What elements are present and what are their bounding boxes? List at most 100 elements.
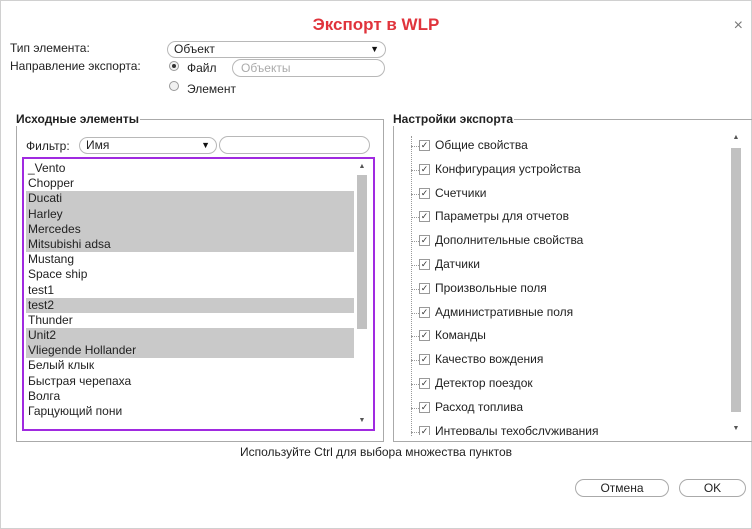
- list-item[interactable]: Chopper: [26, 176, 354, 191]
- export-settings-tree: ✓ Общие свойства ✓ Конфигурация устройства ✓…: [403, 133, 728, 435]
- checkbox-icon[interactable]: ✓: [419, 354, 430, 366]
- list-item[interactable]: Ducati: [26, 191, 354, 207]
- multi-select-hint: Используйте Ctrl для выбора множества пу…: [239, 445, 513, 459]
- settings-item-label: Произвольные поля: [435, 280, 547, 295]
- settings-tree-item[interactable]: ✓ Качество вождения: [403, 349, 723, 369]
- settings-tree-item[interactable]: ✓ Административные поля: [403, 302, 723, 322]
- scroll-up-icon[interactable]: ▲: [730, 132, 742, 144]
- element-type-label: Тип элемента:: [10, 41, 90, 55]
- list-item[interactable]: Волга: [26, 389, 354, 404]
- tree-connector: [411, 169, 419, 171]
- tree-connector: [411, 360, 419, 362]
- list-item[interactable]: Быстрая черепаха: [26, 374, 354, 389]
- checkbox-icon[interactable]: ✓: [419, 187, 430, 199]
- list-item[interactable]: Harley: [26, 206, 354, 222]
- checkbox-icon[interactable]: ✓: [419, 235, 430, 247]
- settings-item-label: Конфигурация устройства: [435, 161, 581, 176]
- list-item[interactable]: Thunder: [26, 313, 354, 328]
- tree-connector: [411, 193, 419, 195]
- file-name-input[interactable]: Объекты: [232, 59, 385, 77]
- source-elements-rows: _Vento Chopper Ducati Harley Mercedes Mitsubi…: [26, 161, 354, 419]
- settings-item-label: Счетчики: [435, 185, 487, 200]
- filter-field-select[interactable]: Имя ▼: [79, 137, 217, 154]
- list-item[interactable]: Space ship: [26, 267, 354, 282]
- checkbox-icon[interactable]: ✓: [419, 330, 430, 342]
- list-item[interactable]: Unit2: [26, 328, 354, 344]
- settings-tree-item[interactable]: ✓ Параметры для отчетов: [403, 206, 723, 226]
- list-item[interactable]: Vliegende Hollander: [26, 343, 354, 359]
- tree-connector: [411, 217, 419, 219]
- settings-tree-item[interactable]: ✓ Расход топлива: [403, 397, 723, 417]
- settings-item-label: Параметры для отчетов: [435, 209, 569, 224]
- checkbox-icon[interactable]: ✓: [419, 282, 430, 294]
- list-item[interactable]: test1: [26, 283, 354, 298]
- ok-button[interactable]: OK: [679, 479, 746, 497]
- checkbox-icon[interactable]: ✓: [419, 401, 430, 413]
- settings-item-label: Дополнительные свойства: [435, 233, 584, 248]
- filter-text-input[interactable]: [219, 136, 370, 154]
- settings-tree-item[interactable]: ✓ Произвольные поля: [403, 278, 723, 298]
- direction-file-radio[interactable]: [169, 61, 179, 71]
- tree-connector: [411, 288, 419, 290]
- settings-tree-item[interactable]: ✓ Команды: [403, 325, 723, 345]
- tree-connector: [411, 336, 419, 338]
- settings-item-label: Интервалы техобслуживания: [435, 423, 599, 435]
- checkbox-icon[interactable]: ✓: [419, 163, 430, 175]
- settings-tree-item[interactable]: ✓ Детектор поездок: [403, 373, 723, 393]
- settings-tree-item[interactable]: ✓ Интервалы техобслуживания: [403, 421, 723, 435]
- source-elements-legend: Исходные элементы: [16, 112, 140, 126]
- checkbox-icon[interactable]: ✓: [419, 425, 430, 435]
- filter-field-value: Имя: [86, 138, 110, 152]
- list-item[interactable]: Белый клык: [26, 358, 354, 373]
- element-type-value: Объект: [174, 42, 215, 56]
- tree-connector: [411, 146, 419, 147]
- settings-item-label: Качество вождения: [435, 352, 544, 367]
- checkbox-icon[interactable]: ✓: [419, 211, 430, 223]
- tree-connector: [411, 384, 419, 385]
- list-item[interactable]: test2: [26, 297, 354, 313]
- tree-connector: [411, 431, 419, 433]
- settings-item-label: Датчики: [435, 257, 480, 271]
- cancel-button[interactable]: Отмена: [575, 479, 669, 497]
- list-item[interactable]: Mustang: [26, 252, 354, 267]
- source-list-scrollbar[interactable]: ▲ ▼: [356, 161, 368, 427]
- settings-tree-item[interactable]: ✓ Дополнительные свойства: [403, 230, 723, 250]
- file-name-placeholder: Объекты: [241, 61, 291, 75]
- export-wlp-dialog: Экспорт в WLP × Тип элемента: Объект ▼ Н…: [0, 0, 752, 529]
- scroll-down-icon[interactable]: ▼: [356, 415, 368, 427]
- scrollbar-thumb[interactable]: [731, 148, 741, 412]
- settings-tree-item[interactable]: ✓ Датчики: [403, 254, 723, 274]
- scroll-up-icon[interactable]: ▲: [356, 161, 368, 173]
- settings-scrollbar[interactable]: ▲ ▼: [730, 132, 742, 435]
- scrollbar-thumb[interactable]: [357, 175, 367, 329]
- checkbox-icon[interactable]: ✓: [419, 378, 430, 389]
- direction-file-label: Файл: [187, 61, 217, 75]
- close-icon[interactable]: ×: [734, 18, 743, 34]
- direction-element-label: Элемент: [187, 82, 236, 96]
- tree-connector: [411, 241, 419, 243]
- settings-item-label: Административные поля: [435, 304, 574, 319]
- direction-element-radio[interactable]: [169, 81, 179, 91]
- settings-item-label: Расход топлива: [435, 399, 524, 414]
- direction-label: Направление экспорта:: [10, 59, 141, 73]
- chevron-down-icon: ▼: [370, 44, 379, 54]
- source-elements-list[interactable]: _Vento Chopper Ducati Harley Mercedes Mitsubi…: [22, 157, 375, 431]
- filter-label: Фильтр:: [26, 139, 70, 153]
- scroll-down-icon[interactable]: ▼: [730, 423, 742, 435]
- element-type-select[interactable]: Объект ▼: [167, 41, 386, 58]
- chevron-down-icon: ▼: [201, 140, 210, 150]
- settings-item-label: Команды: [435, 328, 486, 343]
- list-item[interactable]: Mercedes: [26, 221, 354, 237]
- list-item[interactable]: Гарцующий пони: [26, 404, 354, 419]
- settings-tree-item[interactable]: ✓ Конфигурация устройства: [403, 159, 723, 179]
- checkbox-icon[interactable]: ✓: [419, 306, 430, 318]
- checkbox-icon[interactable]: ✓: [419, 259, 430, 270]
- checkbox-icon[interactable]: ✓: [419, 140, 430, 151]
- export-settings-legend: Настройки экспорта: [393, 112, 514, 126]
- settings-item-label: Общие свойства: [435, 138, 528, 152]
- list-item[interactable]: _Vento: [26, 161, 354, 176]
- list-item[interactable]: Mitsubishi adsa: [26, 236, 354, 253]
- settings-tree-item[interactable]: ✓ Общие свойства: [403, 135, 723, 155]
- tree-connector: [411, 312, 419, 314]
- settings-tree-item[interactable]: ✓ Счетчики: [403, 183, 723, 203]
